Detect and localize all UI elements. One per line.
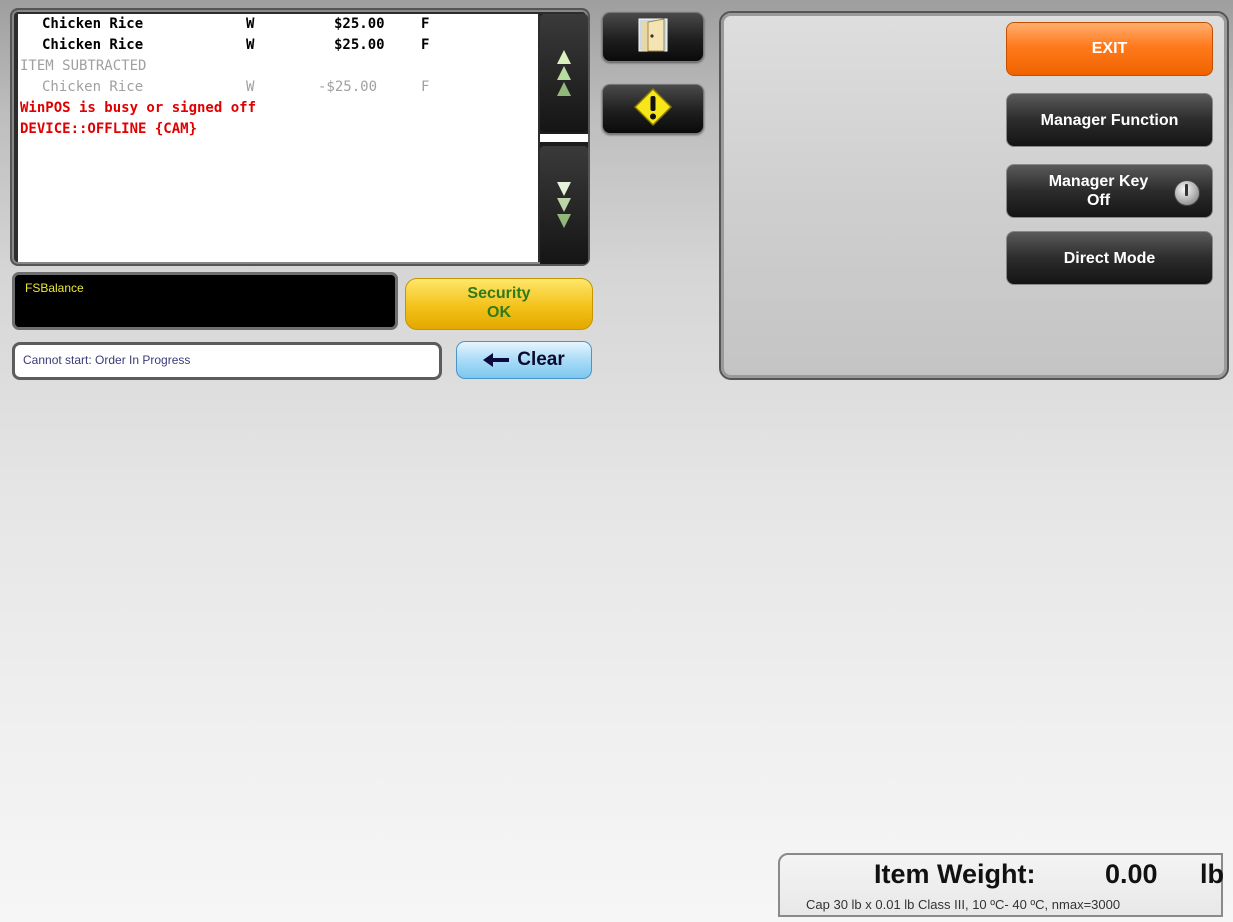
warning-diamond-icon [633,87,673,132]
status-message-text: Cannot start: Order In Progress [23,353,191,367]
receipt-line-notice: ITEM SUBTRACTED [18,56,538,77]
door-button[interactable] [602,12,704,62]
status-message-field: Cannot start: Order In Progress [12,342,442,380]
manager-key-button[interactable]: Manager Key Off [1006,164,1213,218]
pos-busy-message: WinPOS is busy or signed off [20,100,257,116]
receipt-line[interactable]: Chicken Rice W $25.00 F [18,14,538,35]
receipt-list[interactable]: Chicken Rice W $25.00 F Chicken Rice W $… [18,14,538,262]
item-name: Chicken Rice [42,37,144,53]
exit-label: EXIT [1091,40,1128,57]
triple-down-arrow-icon-part [557,198,571,212]
item-price: -$25.00 [318,79,378,95]
clear-button[interactable]: Clear [456,341,592,379]
fs-balance-display: FSBalance [12,272,398,330]
exit-button[interactable]: EXIT [1006,22,1213,76]
device-offline-message: DEVICE::OFFLINE {CAM} [20,121,198,137]
item-tax-code: F [421,16,430,32]
triple-down-arrow-icon-part [557,214,571,228]
receipt-scrollbar[interactable] [540,14,588,264]
key-switch-icon [1174,180,1200,206]
security-state: OK [487,304,511,321]
manager-function-label: Manager Function [1040,111,1179,129]
triple-up-arrow-icon [557,50,571,64]
receipt-line[interactable]: Chicken Rice W -$25.00 F [18,77,538,98]
scroll-up-button[interactable] [540,14,588,132]
left-arrow-icon [483,353,510,367]
item-name: Chicken Rice [42,16,144,32]
clear-label: Clear [517,349,565,370]
item-subtracted-notice: ITEM SUBTRACTED [20,58,147,74]
manager-key-label: Manager Key [1048,173,1149,190]
item-name: Chicken Rice [42,79,144,95]
triple-up-arrow-icon-part [557,82,571,96]
warning-button[interactable] [602,84,704,134]
receipt-line[interactable]: Chicken Rice W $25.00 F [18,35,538,56]
receipt-error-line: DEVICE::OFFLINE {CAM} [18,119,538,140]
item-weight-unit: lb [1200,859,1224,889]
scroll-down-button[interactable] [540,146,588,264]
item-flag: W [246,79,255,95]
manager-key-state: Off [1086,192,1111,209]
receipt-error-line: WinPOS is busy or signed off [18,98,538,119]
item-weight-value: 0.00 [1105,859,1158,889]
manager-function-button[interactable]: Manager Function [1006,93,1213,147]
item-flag: W [246,16,255,32]
door-icon [637,17,669,58]
item-weight-label: Item Weight: [874,859,1036,889]
item-weight-display: Item Weight: 0.00 lb Cap 30 lb x 0.01 lb… [778,853,1224,917]
item-price: $25.00 [334,37,385,53]
item-tax-code: F [421,37,430,53]
triple-up-arrow-icon-part [557,66,571,80]
item-price: $25.00 [334,16,385,32]
security-label: Security [467,285,531,302]
security-status-button[interactable]: Security OK [405,278,593,330]
fs-balance-label: FSBalance [25,281,84,295]
item-flag: W [246,37,255,53]
scroll-thumb[interactable] [540,134,588,142]
item-tax-code: F [421,79,430,95]
direct-mode-label: Direct Mode [1063,249,1156,267]
scale-specification: Cap 30 lb x 0.01 lb Class III, 10 ºC- 40… [806,897,1121,912]
triple-down-arrow-icon [557,182,571,196]
direct-mode-button[interactable]: Direct Mode [1006,231,1213,285]
